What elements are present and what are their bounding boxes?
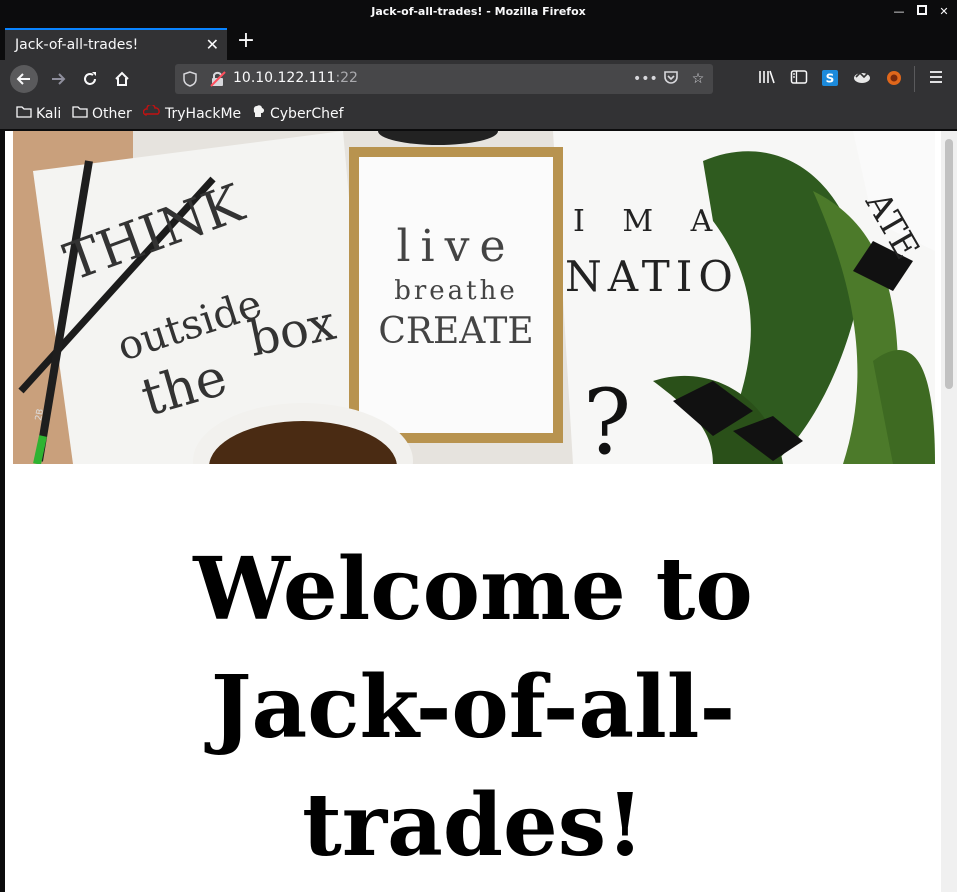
reload-button[interactable] (76, 65, 104, 93)
url-host: 10.10.122.111 (233, 70, 336, 86)
library-icon[interactable] (756, 69, 778, 91)
tab-strip: Jack-of-all-trades! ✕ + (0, 25, 957, 60)
bookmark-kali[interactable]: Kali (16, 104, 61, 124)
new-tab-button[interactable]: + (234, 28, 258, 54)
navigation-toolbar: 10.10.122.111:22 ••• ☆ S (0, 60, 957, 98)
hero-text-breathe: breathe (394, 276, 518, 306)
forward-arrow-icon (52, 73, 66, 85)
back-button[interactable] (10, 65, 38, 93)
insecure-lock-icon[interactable] (209, 70, 227, 88)
page-actions-icon[interactable]: ••• (633, 69, 658, 89)
home-button[interactable] (108, 65, 136, 93)
heading-line-2: Jack-of-all- (210, 657, 736, 758)
close-tab-icon[interactable]: ✕ (206, 35, 219, 54)
folder-icon (16, 105, 32, 125)
tab-active[interactable]: Jack-of-all-trades! ✕ (5, 28, 227, 60)
toolbar-separator (914, 66, 915, 92)
page-scrollbar[interactable] (941, 131, 957, 892)
hero-photo: THINK outside the box live breathe CREAT… (13, 131, 935, 464)
heading-line-1: Welcome to (193, 539, 753, 640)
close-window-button[interactable]: ✕ (937, 5, 951, 19)
heading-line-3: trades! (302, 775, 644, 876)
extension-foxyproxy-icon[interactable] (883, 69, 905, 91)
hero-text-natio: NATIO (565, 252, 739, 301)
maximize-icon (917, 5, 927, 15)
hero-text-question: ? (583, 370, 631, 464)
scrollbar-thumb[interactable] (945, 139, 953, 389)
page-viewport: THINK outside the box live breathe CREAT… (5, 131, 941, 892)
home-icon (115, 71, 129, 86)
hero-text-create: CREATE (378, 311, 533, 352)
menu-hamburger-icon[interactable] (925, 69, 947, 91)
tracking-protection-shield-icon[interactable] (183, 71, 197, 87)
url-text[interactable]: 10.10.122.111:22 (233, 70, 358, 86)
bookmark-tryhackme[interactable]: TryHackMe (142, 103, 242, 125)
bookmark-cyberchef[interactable]: CyberChef (250, 104, 344, 124)
reload-icon (84, 72, 96, 85)
extension-wappalyzer-icon[interactable] (851, 69, 873, 91)
folder-icon (72, 105, 88, 125)
window-titlebar: Jack-of-all-trades! - Mozilla Firefox — … (0, 0, 957, 25)
window-title: Jack-of-all-trades! - Mozilla Firefox (371, 5, 586, 18)
svg-text:S: S (826, 72, 835, 86)
bookmark-label: CyberChef (270, 106, 344, 122)
back-arrow-icon (16, 73, 30, 85)
hero-text-ima: I M A (573, 204, 726, 239)
sidebar-icon[interactable] (788, 69, 810, 91)
cyberchef-icon (250, 104, 266, 125)
bookmark-label: Other (92, 106, 132, 122)
bookmark-star-icon[interactable]: ☆ (688, 69, 708, 89)
url-bar[interactable]: 10.10.122.111:22 ••• ☆ (175, 64, 713, 94)
bookmarks-toolbar: Kali Other TryHackMe CyberChef (0, 98, 957, 130)
tab-title: Jack-of-all-trades! (15, 37, 139, 53)
pocket-icon[interactable] (661, 69, 681, 89)
bookmark-other[interactable]: Other (72, 104, 132, 124)
bookmark-label: TryHackMe (165, 106, 242, 122)
url-port: :22 (335, 70, 358, 86)
maximize-button[interactable] (915, 5, 929, 19)
hero-image: THINK outside the box live breathe CREAT… (13, 131, 935, 464)
minimize-button[interactable]: — (892, 5, 906, 19)
hero-text-pencil: 2B (34, 408, 46, 421)
forward-button[interactable] (44, 65, 72, 93)
page-heading: Welcome to Jack-of-all- trades! (5, 531, 941, 885)
extension-s-icon[interactable]: S (819, 69, 841, 91)
bookmark-label: Kali (36, 106, 62, 122)
hero-text-live: live (396, 221, 515, 272)
tryhackme-icon (142, 103, 161, 125)
